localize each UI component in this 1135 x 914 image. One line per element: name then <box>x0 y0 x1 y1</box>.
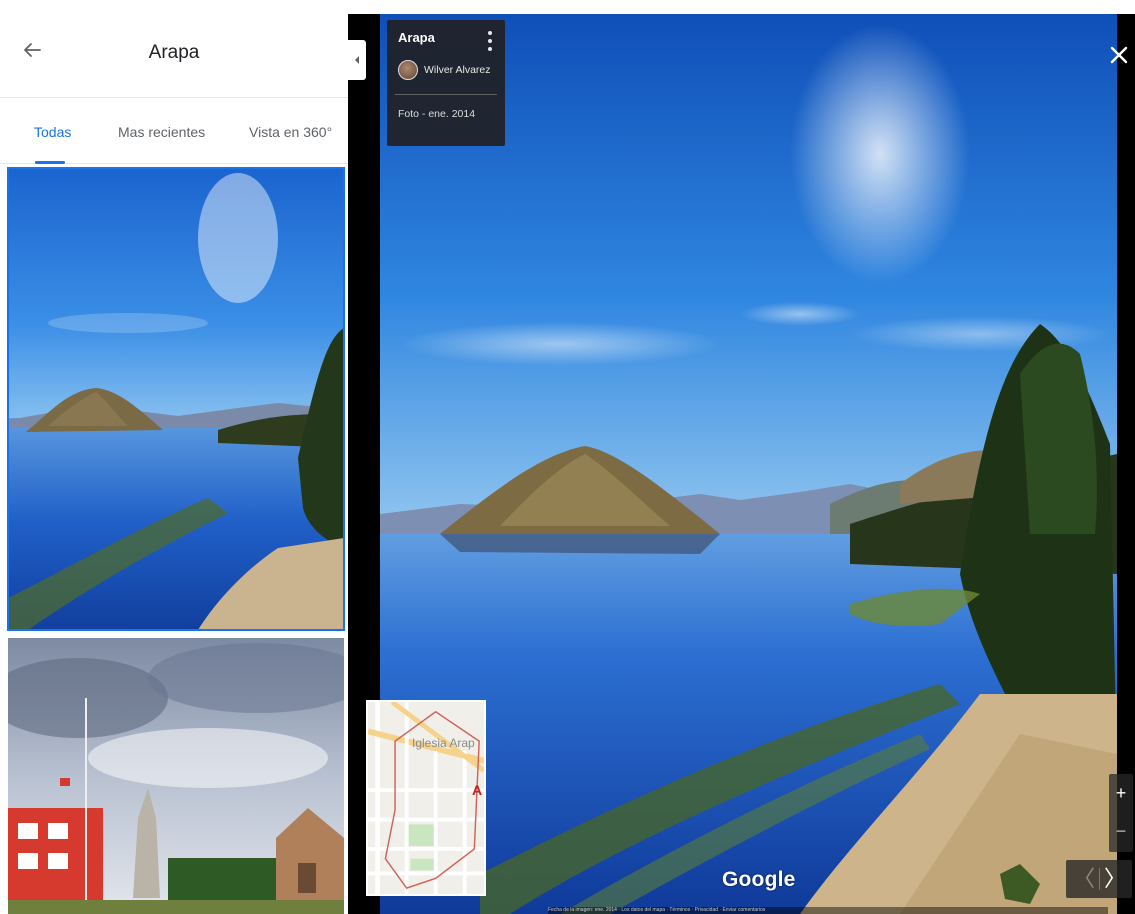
photo-info-card: Arapa Wilver Alvarez Foto - ene. 2014 <box>387 20 505 146</box>
minimap-place-marker: A <box>472 782 483 798</box>
nav-divider <box>1099 868 1100 890</box>
photo-list-panel: Arapa Todas Mas recientes Vista en 360° <box>0 0 348 914</box>
minimap-place-label: Iglesia Arap <box>412 736 475 750</box>
attribution-text: Fecha de la imagen: ene. 2014 · Los dato… <box>548 907 766 913</box>
photo-thumbnail-lake[interactable] <box>7 167 345 631</box>
previous-photo-button[interactable]: 〈 <box>1070 860 1098 898</box>
panel-title: Arapa <box>148 42 200 63</box>
zoom-out-button[interactable]: − <box>1109 814 1133 848</box>
tab-todas[interactable]: Todas <box>34 124 71 140</box>
zoom-control: + − <box>1109 774 1133 852</box>
more-vert-icon <box>488 31 492 51</box>
tab-mas-recientes[interactable]: Mas recientes <box>118 124 205 140</box>
tab-vista-360[interactable]: Vista en 360° <box>249 124 332 140</box>
close-icon <box>1110 46 1128 64</box>
active-tab-indicator <box>35 161 65 164</box>
attribution-bar: Fecha de la imagen: ene. 2014 · Los dato… <box>548 907 1108 914</box>
mini-map[interactable]: Iglesia Arap A <box>366 700 486 896</box>
photo-nav-control: 〈 〉 <box>1066 860 1132 898</box>
panel-header: Arapa <box>0 0 348 98</box>
info-divider <box>395 94 497 95</box>
photo-date: Foto - ene. 2014 <box>398 108 476 120</box>
photo-viewer: Arapa Wilver Alvarez Foto - ene. 2014 Ig… <box>348 14 1135 914</box>
author-avatar[interactable] <box>398 60 418 80</box>
main-photo[interactable] <box>380 14 1117 914</box>
photo-thumbnail-town[interactable] <box>8 638 344 914</box>
next-photo-button[interactable]: 〉 <box>1101 860 1129 898</box>
close-viewer-button[interactable] <box>1106 40 1132 70</box>
collapse-panel-button[interactable] <box>348 40 366 80</box>
map-tiles <box>368 702 484 894</box>
photo-place-title[interactable]: Arapa <box>398 30 435 45</box>
author-name[interactable]: Wilver Alvarez <box>424 64 491 76</box>
caret-left-icon <box>355 56 359 64</box>
photo-tabs: Todas Mas recientes Vista en 360° <box>0 110 348 164</box>
google-logo: Google <box>722 868 796 891</box>
zoom-in-button[interactable]: + <box>1109 776 1133 810</box>
more-options-button[interactable] <box>485 28 495 54</box>
